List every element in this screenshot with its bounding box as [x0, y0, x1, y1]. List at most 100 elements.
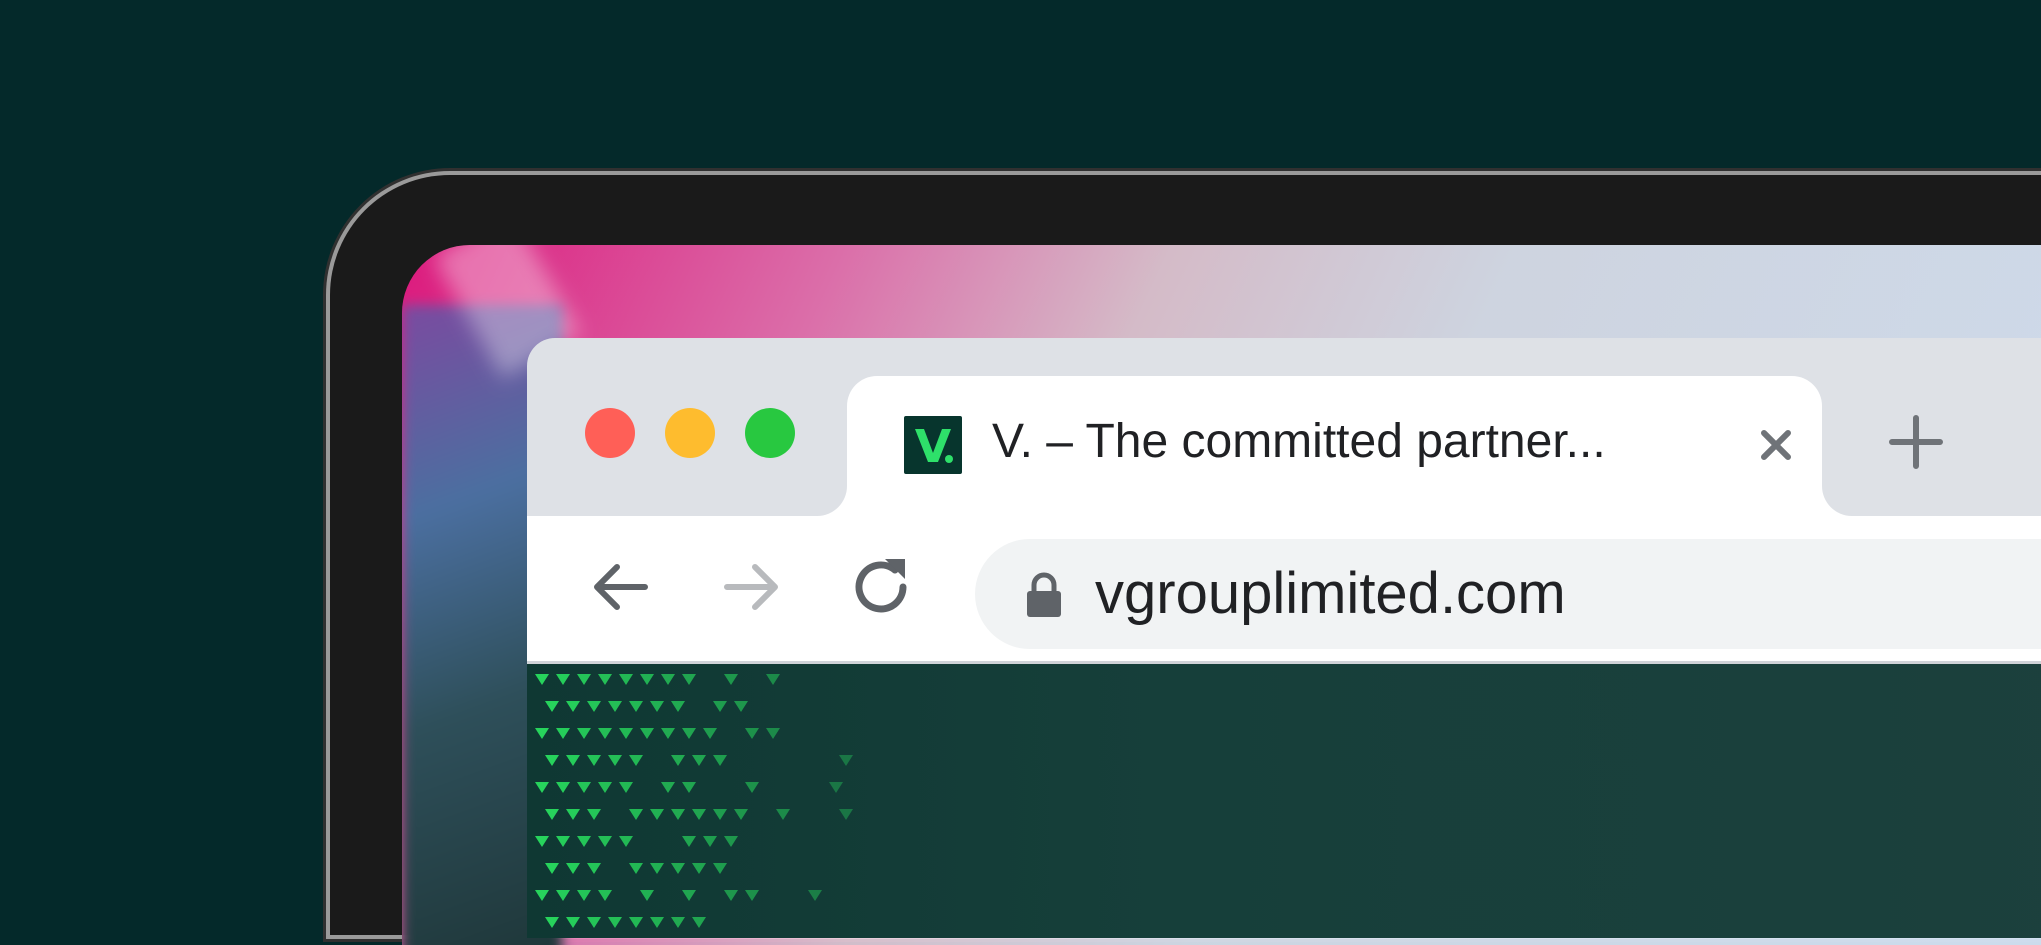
pattern-chevron — [692, 863, 706, 874]
pattern-chevron — [682, 836, 696, 847]
pattern-chevron — [566, 701, 580, 712]
pattern-chevron — [587, 809, 601, 820]
pattern-chevron — [577, 890, 591, 901]
arrow-right-icon[interactable] — [715, 551, 787, 623]
pattern-chevron — [734, 809, 748, 820]
plus-icon[interactable] — [1882, 408, 1950, 476]
pattern-chevron — [766, 728, 780, 739]
pattern-chevron — [577, 674, 591, 685]
pattern-chevron — [556, 728, 570, 739]
pattern-chevron — [587, 755, 601, 766]
pattern-chevron — [535, 836, 549, 847]
pattern-chevron — [598, 836, 612, 847]
pattern-chevron — [839, 755, 853, 766]
minimize-window-button[interactable] — [665, 408, 715, 458]
url-text[interactable]: vgrouplimited.com — [1095, 561, 1566, 627]
pattern-chevron — [535, 674, 549, 685]
pattern-chevron — [734, 701, 748, 712]
web-page-content — [527, 664, 2041, 938]
pattern-chevron — [545, 917, 559, 928]
pattern-chevron — [556, 836, 570, 847]
pattern-chevron — [566, 917, 580, 928]
pattern-chevron — [682, 674, 696, 685]
close-window-button[interactable] — [585, 408, 635, 458]
pattern-chevron — [545, 755, 559, 766]
reload-icon[interactable] — [845, 551, 917, 623]
pattern-chevron — [661, 782, 675, 793]
close-icon[interactable] — [1747, 416, 1805, 474]
pattern-chevron — [661, 674, 675, 685]
pattern-chevron — [671, 863, 685, 874]
pattern-chevron — [650, 917, 664, 928]
pattern-chevron — [566, 755, 580, 766]
address-bar[interactable]: vgrouplimited.com — [975, 539, 2041, 649]
browser-toolbar: vgrouplimited.com — [527, 516, 2041, 664]
pattern-chevron — [619, 836, 633, 847]
pattern-chevron — [724, 674, 738, 685]
pattern-chevron — [713, 809, 727, 820]
browser-window: V. – The committed partner... vgrouplimi… — [527, 338, 2041, 938]
pattern-chevron — [577, 728, 591, 739]
pattern-chevron — [703, 728, 717, 739]
pattern-chevron — [587, 701, 601, 712]
pattern-chevron — [577, 782, 591, 793]
pattern-chevron — [724, 836, 738, 847]
pattern-chevron — [745, 728, 759, 739]
pattern-chevron — [640, 674, 654, 685]
pattern-chevron — [692, 917, 706, 928]
pattern-chevron — [598, 890, 612, 901]
pattern-chevron — [556, 674, 570, 685]
pattern-chevron — [535, 782, 549, 793]
pattern-chevron — [608, 701, 622, 712]
pattern-chevron — [608, 755, 622, 766]
pattern-chevron — [629, 701, 643, 712]
pattern-chevron — [535, 728, 549, 739]
pattern-chevron — [682, 890, 696, 901]
pattern-chevron — [703, 836, 717, 847]
pattern-chevron — [629, 755, 643, 766]
pattern-chevron — [745, 890, 759, 901]
pattern-chevron — [629, 863, 643, 874]
pattern-chevron — [661, 728, 675, 739]
pattern-chevron — [587, 863, 601, 874]
pattern-chevron — [566, 863, 580, 874]
pattern-chevron — [587, 917, 601, 928]
pattern-chevron — [671, 755, 685, 766]
pattern-chevron — [619, 728, 633, 739]
pattern-chevron — [829, 782, 843, 793]
pattern-chevron — [545, 809, 559, 820]
tab-title: V. – The committed partner... — [992, 411, 1606, 473]
pattern-chevron — [682, 782, 696, 793]
pattern-chevron — [545, 701, 559, 712]
pattern-chevron — [776, 809, 790, 820]
browser-tab[interactable]: V. – The committed partner... — [847, 376, 1822, 516]
pattern-chevron — [598, 728, 612, 739]
pattern-chevron — [650, 701, 664, 712]
pattern-chevron — [745, 782, 759, 793]
arrow-left-icon[interactable] — [585, 551, 657, 623]
pattern-chevron — [556, 890, 570, 901]
maximize-window-button[interactable] — [745, 408, 795, 458]
lock-icon[interactable] — [1023, 570, 1065, 620]
pattern-chevron — [671, 701, 685, 712]
pattern-chevron — [650, 863, 664, 874]
pattern-chevron — [692, 755, 706, 766]
pattern-chevron — [724, 890, 738, 901]
v-logo-icon — [904, 416, 962, 474]
pattern-chevron — [808, 890, 822, 901]
pattern-chevron — [545, 863, 559, 874]
pattern-chevron — [619, 782, 633, 793]
pattern-chevron — [577, 836, 591, 847]
pattern-chevron — [629, 917, 643, 928]
pattern-chevron — [556, 782, 570, 793]
pattern-chevron — [650, 809, 664, 820]
pattern-chevron — [713, 863, 727, 874]
pattern-chevron — [619, 674, 633, 685]
pattern-chevron — [713, 701, 727, 712]
pattern-chevron — [682, 728, 696, 739]
pattern-chevron — [598, 782, 612, 793]
pattern-chevron — [640, 890, 654, 901]
pattern-chevron — [535, 890, 549, 901]
pattern-chevron — [566, 809, 580, 820]
pattern-chevron — [671, 809, 685, 820]
